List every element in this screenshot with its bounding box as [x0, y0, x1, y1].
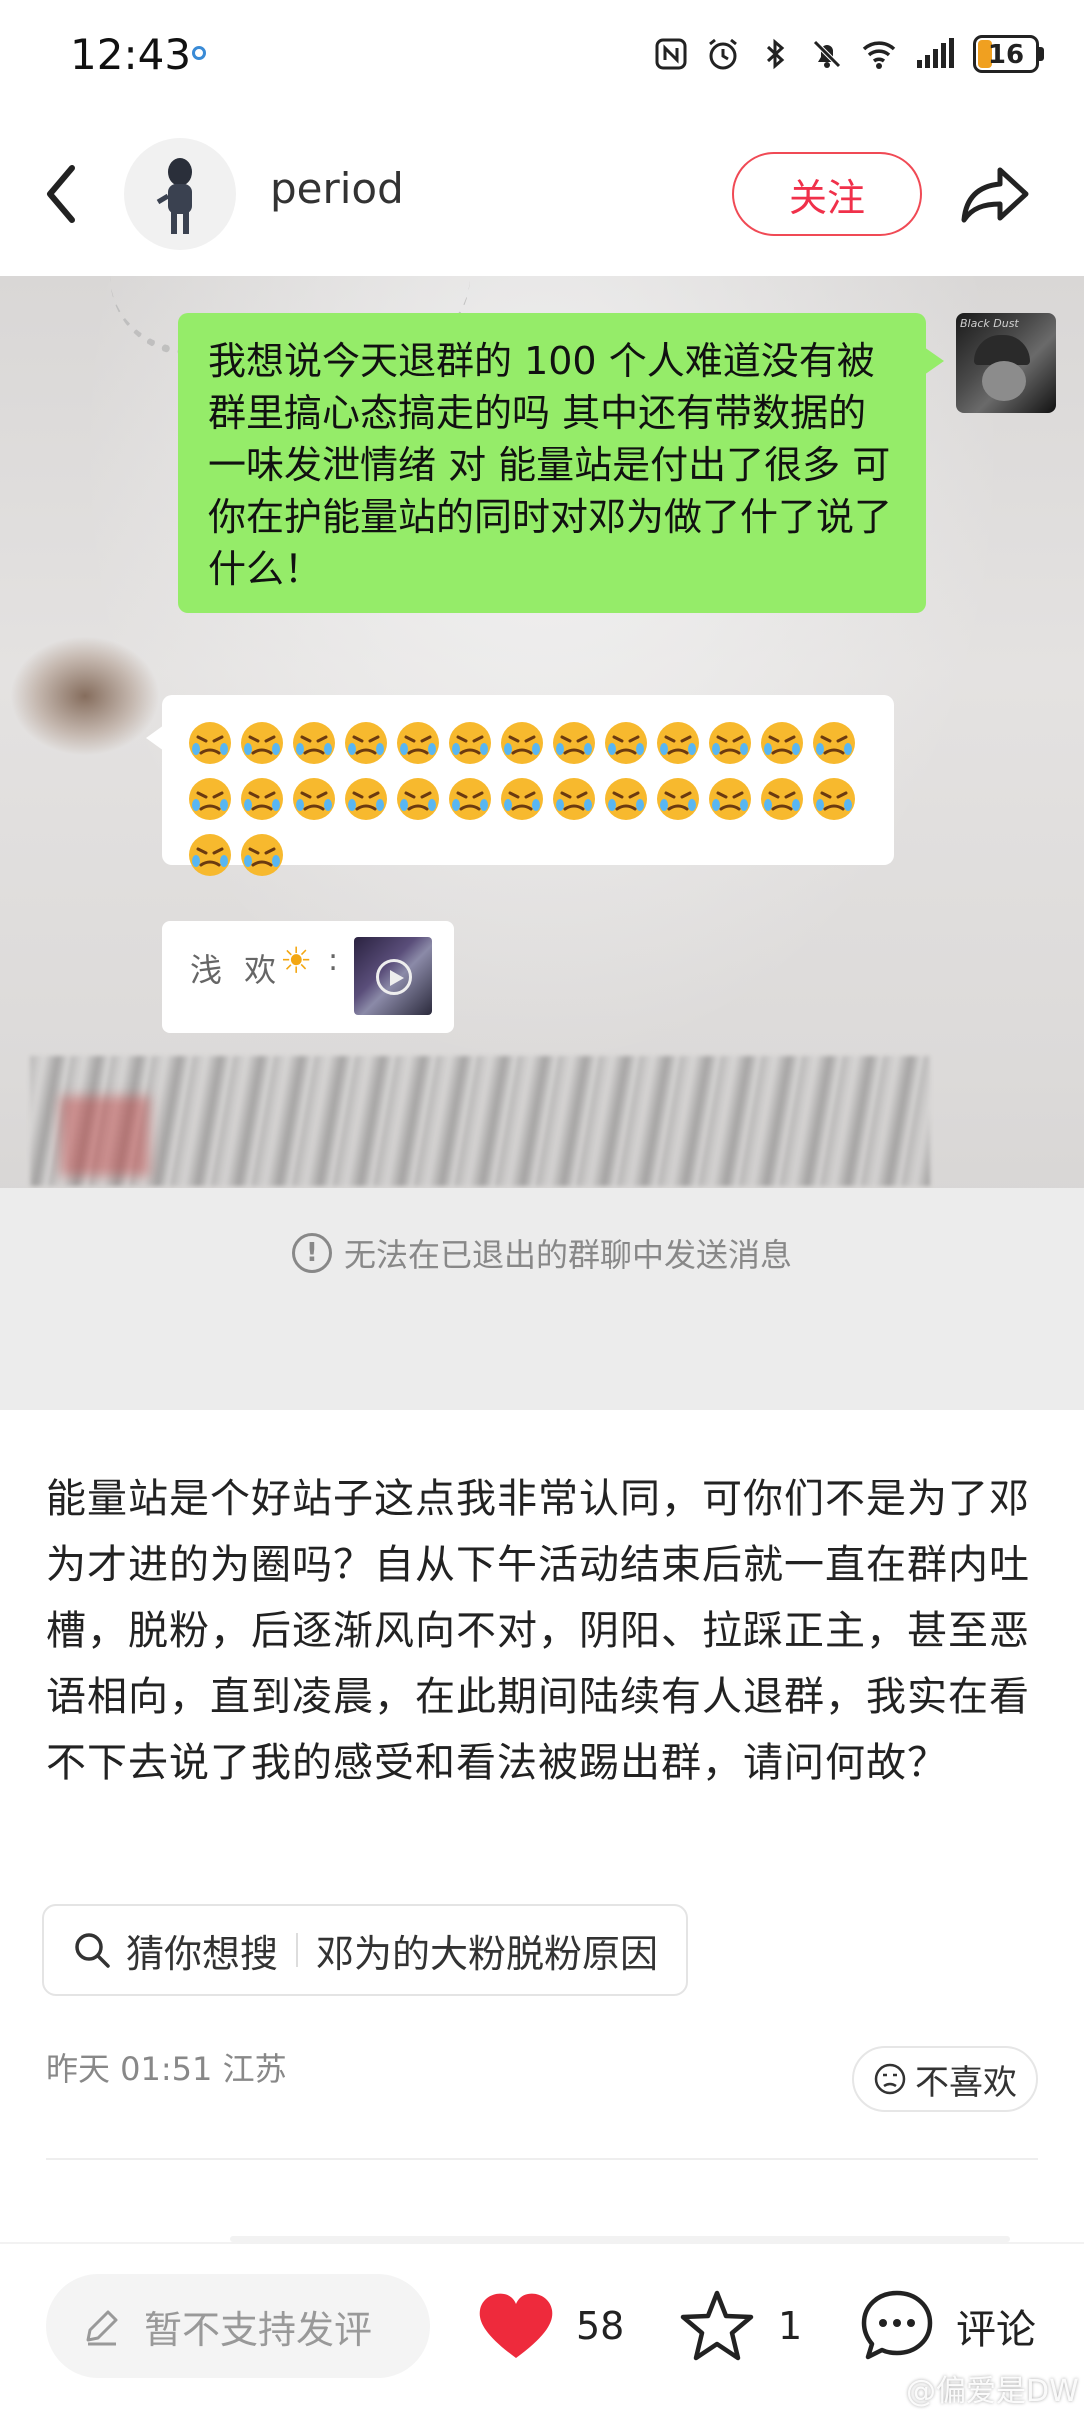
favorite-count: 1 — [778, 2304, 803, 2348]
search-query: 邓为的大粉脱粉原因 — [316, 1931, 659, 1976]
search-icon — [75, 1933, 110, 1968]
author-avatar[interactable] — [124, 138, 236, 250]
avatar-figure-icon — [156, 158, 192, 234]
chat-bubble-quote: 浅 欢 ☀ : — [162, 921, 454, 1033]
sun-icon: ☀ — [280, 941, 313, 982]
angry-crying-emoji-icon — [241, 778, 283, 820]
sync-icon — [192, 46, 206, 60]
dislike-button[interactable]: 不喜欢 — [852, 2046, 1038, 2112]
back-arrow-icon[interactable] — [36, 156, 96, 232]
mute-bell-icon — [813, 40, 841, 68]
video-thumbnail — [354, 937, 432, 1015]
angry-crying-emoji-icon — [813, 722, 855, 764]
divider — [46, 2158, 1038, 2160]
unhappy-face-icon — [874, 2063, 906, 2095]
angry-emoji-list — [186, 713, 870, 881]
angry-crying-emoji-icon — [449, 778, 491, 820]
signal-icon — [917, 38, 954, 68]
status-icons: 16 — [653, 32, 1044, 76]
comment-button[interactable]: 评论 — [858, 2284, 1036, 2368]
angry-crying-emoji-icon — [605, 722, 647, 764]
post-image[interactable]: 我想说今天退群的 100 个人难道没有被群里搞心态搞走的吗 其中还有带数据的一味… — [0, 276, 1084, 1410]
angry-crying-emoji-icon — [553, 722, 595, 764]
angry-crying-emoji-icon — [605, 778, 647, 820]
wifi-icon — [862, 41, 896, 69]
alarm-icon — [709, 38, 737, 70]
angry-crying-emoji-icon — [293, 722, 335, 764]
angry-crying-emoji-icon — [345, 722, 387, 764]
angry-crying-emoji-icon — [761, 778, 803, 820]
angry-crying-emoji-icon — [709, 722, 751, 764]
heart-icon — [479, 2293, 553, 2358]
angry-crying-emoji-icon — [657, 722, 699, 764]
angry-crying-emoji-icon — [553, 778, 595, 820]
favorite-button[interactable]: 1 — [678, 2284, 802, 2368]
angry-crying-emoji-icon — [189, 778, 231, 820]
author-name[interactable]: period — [270, 164, 404, 213]
battery-indicator: 16 — [973, 35, 1044, 73]
share-icon[interactable] — [960, 162, 1032, 226]
chat-bubble-emoji — [146, 695, 894, 876]
angry-crying-emoji-icon — [345, 778, 387, 820]
angry-crying-emoji-icon — [189, 834, 231, 876]
like-count: 58 — [576, 2304, 625, 2348]
chat-notice: ! 无法在已退出的群聊中发送消息 — [0, 1230, 1084, 1276]
angry-crying-emoji-icon — [657, 778, 699, 820]
notice-text: 无法在已退出的群聊中发送消息 — [343, 1236, 792, 1274]
play-icon — [376, 959, 412, 995]
status-bar: 12:43 16 — [0, 0, 1084, 112]
comment-input[interactable]: 暂不支持发评 — [46, 2274, 430, 2378]
search-prefix: 猜你想搜 — [126, 1931, 279, 1976]
chat-bubble-sent: 我想说今天退群的 100 个人难道没有被群里搞心态搞走的吗 其中还有带数据的一味… — [178, 313, 944, 613]
comment-placeholder: 暂不支持发评 — [144, 2307, 373, 2352]
angry-crying-emoji-icon — [709, 778, 751, 820]
bluetooth-icon — [766, 38, 785, 70]
comment-label: 评论 — [956, 2307, 1036, 2353]
blurred-area — [10, 636, 160, 756]
warning-icon: ! — [291, 1233, 332, 1273]
status-time: 12:43 — [70, 30, 192, 79]
redaction-scribble — [30, 1056, 930, 1186]
post-header: period 关注 — [0, 112, 1084, 276]
angry-crying-emoji-icon — [501, 722, 543, 764]
angry-crying-emoji-icon — [501, 778, 543, 820]
watermark-text: @偏爱是DW — [906, 2374, 1079, 2409]
weibo-logo-icon — [867, 2377, 899, 2400]
suggested-search-chip[interactable]: 猜你想搜 邓为的大粉脱粉原因 — [42, 1904, 689, 1996]
chat-sender-avatar: Black Dust — [956, 313, 1056, 413]
angry-crying-emoji-icon — [397, 722, 439, 764]
angry-crying-emoji-icon — [241, 834, 283, 876]
angry-crying-emoji-icon — [449, 722, 491, 764]
post-meta: 昨天 01:51 江苏 — [46, 2050, 287, 2088]
pen-icon — [86, 2310, 118, 2346]
nfc-icon — [655, 38, 687, 70]
angry-crying-emoji-icon — [761, 722, 803, 764]
dislike-label: 不喜欢 — [915, 2062, 1017, 2103]
angry-crying-emoji-icon — [241, 722, 283, 764]
like-button[interactable]: 58 — [476, 2284, 624, 2368]
angry-crying-emoji-icon — [397, 778, 439, 820]
follow-button[interactable]: 关注 — [732, 152, 922, 236]
comment-bubble-icon — [861, 2290, 933, 2360]
angry-crying-emoji-icon — [293, 778, 335, 820]
chip-divider — [296, 1933, 299, 1967]
angry-crying-emoji-icon — [813, 778, 855, 820]
quote-sender-name: 浅 欢 — [190, 951, 283, 989]
post-body-text: 能量站是个好站子这点我非常认同，可你们不是为了邓为才进的为圈吗？自从下午活动结束… — [46, 1476, 1030, 1786]
star-icon — [680, 2290, 754, 2361]
battery-level: 16 — [987, 40, 1025, 70]
angry-crying-emoji-icon — [189, 722, 231, 764]
weibo-watermark: @偏爱是DW — [866, 2366, 1079, 2410]
